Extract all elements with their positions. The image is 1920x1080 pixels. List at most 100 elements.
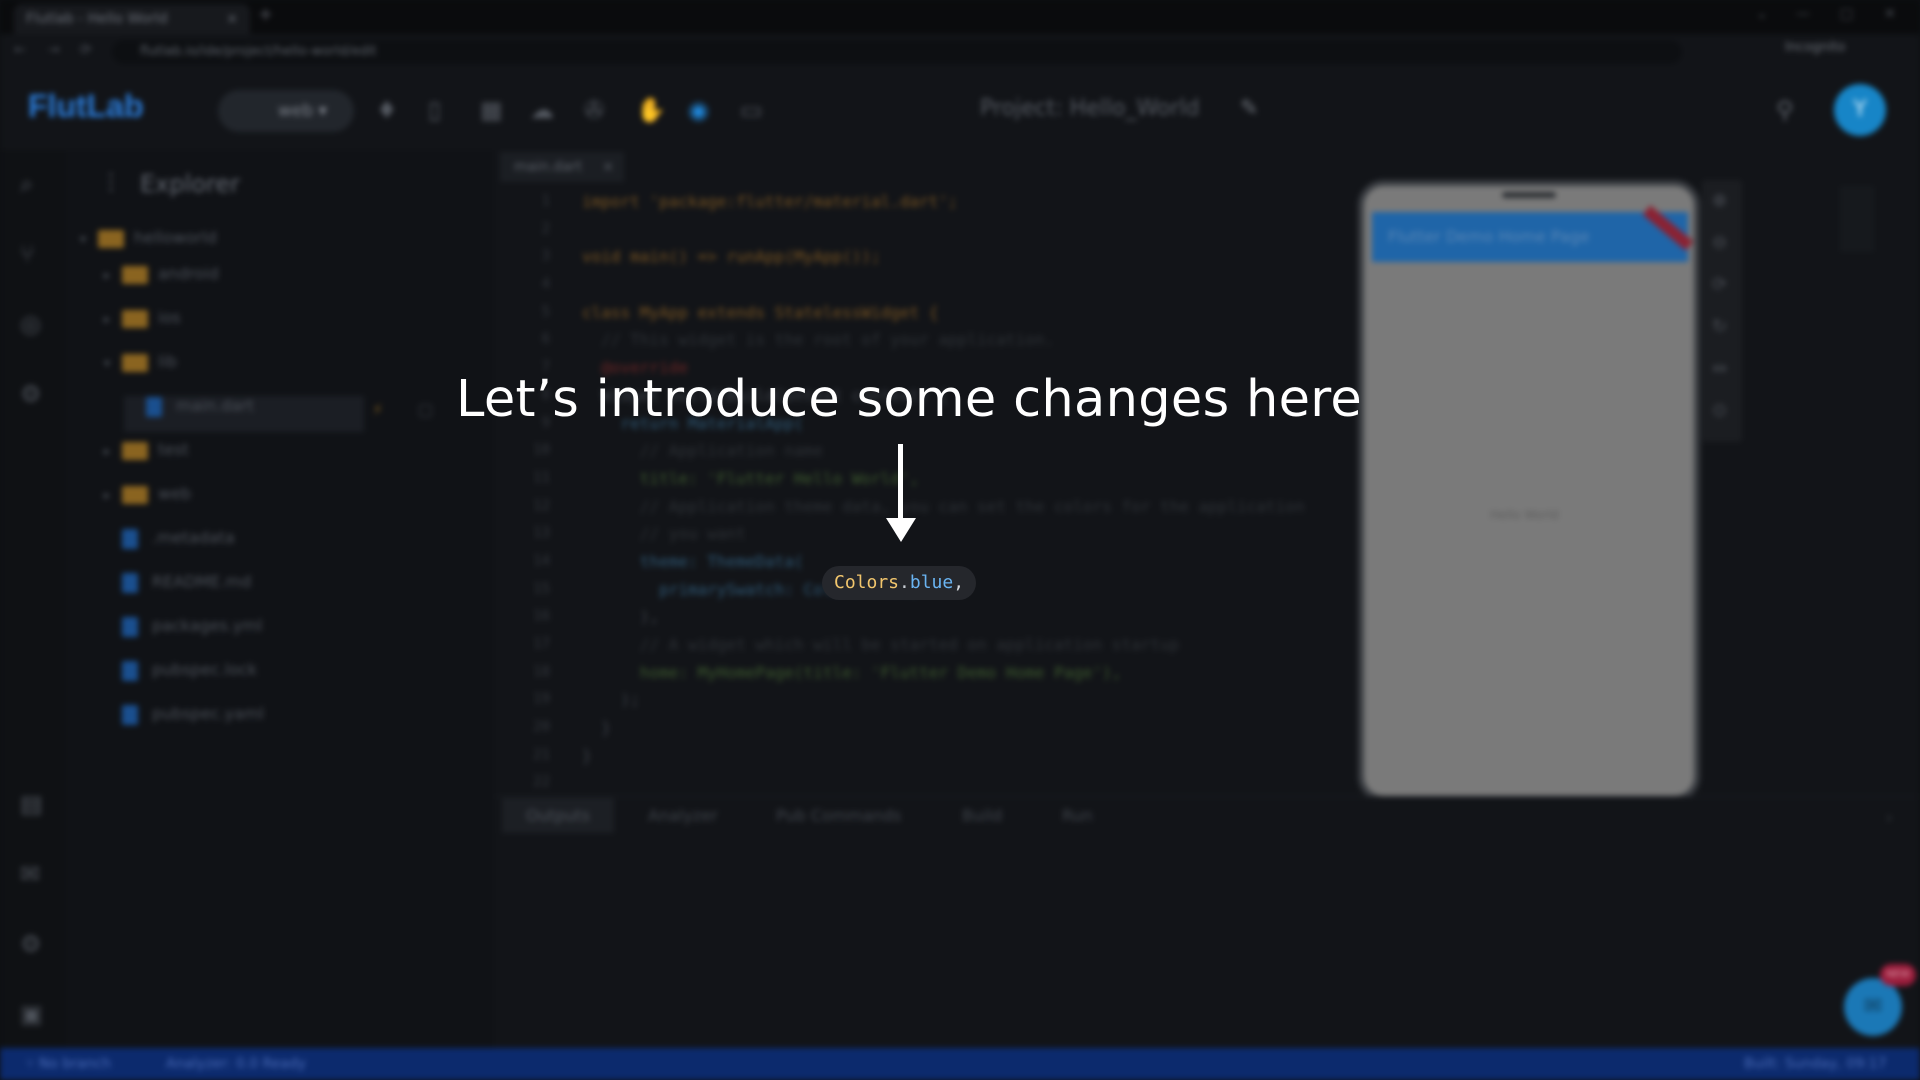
tab-build[interactable]: Build: [962, 806, 1002, 825]
explorer-menu-icon[interactable]: ⋮: [100, 170, 122, 195]
code-line[interactable]: title: 'Flutter Hello World',: [582, 465, 1362, 493]
platform-selector[interactable]: web ▾: [218, 90, 354, 132]
tree-folder[interactable]: ▸ test: [104, 434, 189, 466]
code-line[interactable]: // Application theme data, you can set t…: [582, 493, 1362, 521]
tab-pub-commands[interactable]: Pub Commands: [776, 806, 901, 825]
minimize-icon[interactable]: —: [1796, 6, 1810, 22]
reload-icon[interactable]: ⟳: [80, 42, 92, 58]
avatar[interactable]: Y: [1834, 84, 1886, 136]
file-copy-icon[interactable]: ▢: [418, 400, 433, 419]
code-line[interactable]: [582, 216, 1362, 244]
tree-file[interactable]: README.md: [104, 566, 251, 598]
browser-tab-close-icon[interactable]: ×: [226, 4, 238, 34]
file-action-icon[interactable]: ⚡: [372, 400, 383, 419]
editor-tab-close-icon[interactable]: ×: [602, 152, 614, 182]
code-line[interactable]: home: MyHomePage(title: 'Flutter Demo Ho…: [582, 659, 1362, 687]
minimap[interactable]: [1840, 186, 1874, 252]
tree-caret[interactable]: ▸: [104, 303, 122, 335]
code-line[interactable]: // you want: [582, 520, 1362, 548]
folder-icon: [98, 229, 124, 248]
account-icon[interactable]: ▣: [20, 1000, 43, 1028]
tree-folder[interactable]: ▾ lib: [104, 346, 177, 378]
code-line[interactable]: ),: [582, 603, 1362, 631]
tree-folder[interactable]: ▸ web: [104, 478, 191, 510]
chat-icon[interactable]: ✉: [20, 860, 40, 888]
tree-file[interactable]: .metadata: [104, 522, 235, 554]
code-line[interactable]: [582, 769, 1362, 797]
refresh-icon[interactable]: ⟳: [1712, 274, 1727, 295]
tree-file[interactable]: packages.yml: [104, 610, 262, 642]
code-line[interactable]: // This widget is the root of your appli…: [582, 326, 1362, 354]
tree-root[interactable]: ▾ helloworld: [80, 222, 217, 254]
search-icon[interactable]: ⌕: [20, 170, 33, 198]
code-line[interactable]: // Application name: [582, 437, 1362, 465]
line-number: 11: [533, 469, 550, 486]
cloud-icon[interactable]: ☁: [530, 96, 554, 124]
screencast-icon[interactable]: ▭: [740, 96, 763, 124]
code-line[interactable]: }: [582, 714, 1362, 742]
tree-file[interactable]: pubspec.lock: [104, 654, 257, 686]
edit-project-pencil-icon[interactable]: ✎: [1240, 96, 1258, 121]
tree-caret[interactable]: ▾: [104, 347, 122, 379]
activity-bar: [0, 150, 66, 1048]
code-lines[interactable]: import 'package:flutter/material.dart'; v…: [582, 188, 1362, 797]
settings-icon[interactable]: ⚙: [20, 930, 42, 958]
editor-tab-label: main.dart: [514, 159, 583, 175]
browser-tab[interactable]: Flutlab - Hello World ×: [14, 4, 250, 34]
code-line[interactable]: // A widget which will be started on app…: [582, 631, 1362, 659]
rotate-icon[interactable]: ↻: [1712, 316, 1727, 337]
hand-icon[interactable]: ✋: [636, 96, 666, 124]
chat-fab-button[interactable]: ✉: [1844, 978, 1902, 1036]
file-icon: [122, 572, 138, 593]
pin-icon[interactable]: ♦: [376, 96, 398, 124]
forward-icon[interactable]: →: [48, 42, 60, 58]
tab-outputs[interactable]: Outputs: [502, 798, 614, 833]
run-target-icon[interactable]: ◉: [688, 96, 709, 124]
tab-analyzer[interactable]: Analyzer: [648, 806, 718, 825]
tree-folder[interactable]: ▸ android: [104, 258, 219, 290]
tree-caret[interactable]: ▸: [104, 435, 122, 467]
resize-icon[interactable]: ⇔: [1712, 358, 1727, 379]
extensions-icon[interactable]: ⚙: [20, 380, 42, 408]
new-tab-icon[interactable]: +: [258, 4, 273, 25]
zoom-out-icon[interactable]: ⊖: [1712, 232, 1727, 253]
panel-collapse-icon[interactable]: ›: [1886, 808, 1892, 827]
add-user-icon[interactable]: ⚲: [1776, 96, 1794, 124]
line-number: 19: [533, 691, 550, 708]
line-number: 15: [533, 580, 550, 597]
editor-tab-main-dart[interactable]: main.dart ×: [500, 152, 624, 182]
code-line[interactable]: }: [582, 742, 1362, 770]
code-line[interactable]: import 'package:flutter/material.dart';: [582, 188, 1362, 216]
device-icon[interactable]: ▯: [428, 96, 441, 124]
tab-run[interactable]: Run: [1062, 806, 1093, 825]
file-icon: [122, 704, 138, 725]
status-branch[interactable]: ⑂ No branch: [26, 1048, 111, 1080]
globe-icon[interactable]: ◎: [20, 310, 41, 338]
zoom-in-icon[interactable]: ⊕: [1712, 190, 1727, 211]
status-analyzer[interactable]: Analyzer: 0.0 Ready: [166, 1048, 306, 1080]
code-line[interactable]: class MyApp extends StatelessWidget {: [582, 299, 1362, 327]
calendar-icon[interactable]: ▦: [480, 96, 503, 124]
tree-label: .metadata: [152, 528, 235, 547]
bug-icon[interactable]: ✇: [584, 96, 604, 124]
tree-caret[interactable]: ▸: [104, 259, 122, 291]
profile-label[interactable]: Incognito: [1785, 40, 1845, 55]
tree-file[interactable]: pubspec.yaml: [104, 698, 264, 730]
code-line[interactable]: [582, 271, 1362, 299]
address-bar[interactable]: flutlab.io/ide/project/hello-world/edit: [112, 40, 1682, 64]
tree-folder[interactable]: ▸ ios: [104, 302, 181, 334]
back-icon[interactable]: ←: [14, 42, 26, 58]
tab-search-icon[interactable]: ⌄: [1756, 6, 1768, 22]
terminal-icon[interactable]: ▤: [20, 790, 43, 818]
close-window-icon[interactable]: ✕: [1884, 6, 1896, 22]
inspect-icon[interactable]: ⊙: [1712, 400, 1727, 421]
maximize-icon[interactable]: □: [1840, 6, 1853, 22]
code-line[interactable]: );: [582, 686, 1362, 714]
source-control-icon[interactable]: ⑂: [20, 240, 34, 268]
tree-file[interactable]: main.dart: [128, 390, 254, 422]
tree-caret[interactable]: ▸: [104, 479, 122, 511]
bottom-panel: [494, 796, 1920, 1049]
file-icon: [122, 616, 138, 637]
code-line[interactable]: void main() => runApp(MyApp());: [582, 243, 1362, 271]
preview-appbar: Flutter Demo Home Page: [1372, 212, 1688, 262]
